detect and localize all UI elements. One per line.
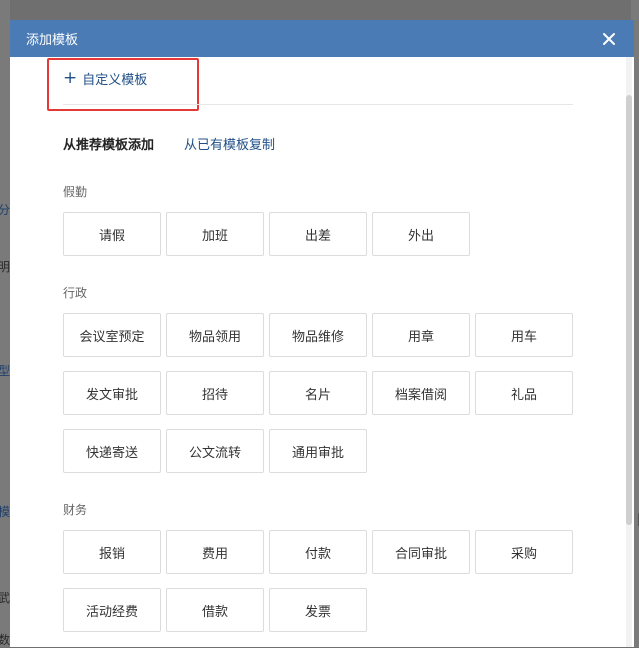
background-left-edge: [0, 0, 10, 647]
background-fragment: 数: [0, 633, 11, 647]
background-fragment: 明: [0, 260, 11, 274]
close-icon[interactable]: [598, 28, 620, 50]
template-tile[interactable]: 公文流转: [166, 429, 264, 473]
template-tile[interactable]: 招待: [166, 371, 264, 415]
template-tile[interactable]: 出差: [269, 212, 367, 256]
custom-template-button[interactable]: + 自定义模板: [63, 68, 148, 89]
template-tile[interactable]: 采购: [475, 530, 573, 574]
dialog-title: 添加模板: [26, 33, 79, 48]
dialog-body: + 自定义模板 从推荐模板添加 从已有模板复制 假勤 请假 加班 出差 外出 行…: [10, 57, 634, 647]
template-tile[interactable]: 付款: [269, 530, 367, 574]
template-tile[interactable]: 通用审批: [269, 429, 367, 473]
tab-copy-existing[interactable]: 从已有模板复制: [184, 134, 275, 153]
background-fragment: 型: [0, 364, 11, 378]
template-tile[interactable]: 加班: [166, 212, 264, 256]
add-template-dialog: 添加模板 + 自定义模板 从推荐模板添加 从已有模板复制 假勤 请假 加班 出差…: [10, 20, 634, 647]
section-grid-admin: 会议室预定 物品领用 物品维修 用章 用车 发文审批 招待 名片 档案借阅 礼品…: [63, 313, 573, 473]
template-tile[interactable]: 快递寄送: [63, 429, 161, 473]
template-tile[interactable]: 借款: [166, 588, 264, 632]
scrollbar-thumb[interactable]: [626, 95, 632, 525]
section-label: 财务: [63, 503, 88, 517]
dialog-header: 添加模板: [10, 20, 634, 57]
template-tile[interactable]: 发票: [269, 588, 367, 632]
background-fragment: 模: [0, 505, 11, 519]
template-tile[interactable]: 物品维修: [269, 313, 367, 357]
background-fragment: 武: [0, 591, 11, 605]
tab-recommended[interactable]: 从推荐模板添加: [63, 134, 154, 153]
section-grid-finance: 报销 费用 付款 合同审批 采购 活动经费 借款 发票: [63, 530, 573, 632]
template-tile[interactable]: 档案借阅: [372, 371, 470, 415]
template-tile[interactable]: 用车: [475, 313, 573, 357]
template-tile[interactable]: 报销: [63, 530, 161, 574]
section-label: 假勤: [63, 185, 88, 199]
source-tabs: 从推荐模板添加 从已有模板复制: [63, 134, 275, 153]
template-tile[interactable]: 费用: [166, 530, 264, 574]
template-tile[interactable]: 礼品: [475, 371, 573, 415]
plus-icon: +: [63, 68, 78, 88]
section-label: 行政: [63, 286, 88, 300]
divider: [63, 104, 573, 105]
template-tile[interactable]: 名片: [269, 371, 367, 415]
template-tile[interactable]: 请假: [63, 212, 161, 256]
section-grid-attendance: 请假 加班 出差 外出: [63, 212, 573, 256]
template-tile[interactable]: 物品领用: [166, 313, 264, 357]
template-tile[interactable]: 会议室预定: [63, 313, 161, 357]
template-tile[interactable]: 合同审批: [372, 530, 470, 574]
template-tile[interactable]: 活动经费: [63, 588, 161, 632]
template-tile[interactable]: 发文审批: [63, 371, 161, 415]
background-fragment: 分: [0, 203, 11, 217]
template-tile[interactable]: 外出: [372, 212, 470, 256]
custom-template-label: 自定义模板: [82, 73, 148, 88]
template-tile[interactable]: 用章: [372, 313, 470, 357]
